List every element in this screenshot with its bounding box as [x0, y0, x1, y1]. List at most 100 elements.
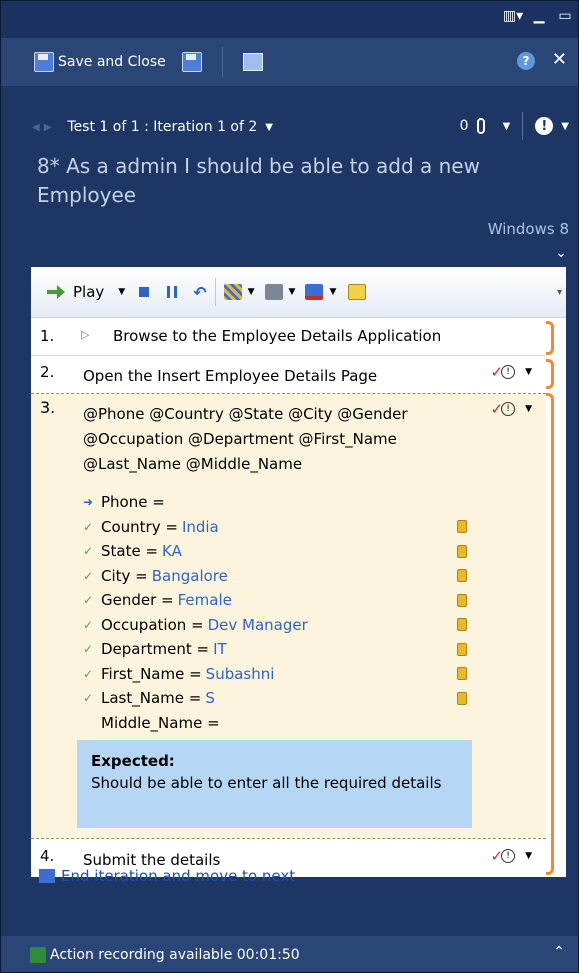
- save-and-close-button[interactable]: Save and Close: [28, 47, 172, 77]
- step-toolbar-separator: [214, 278, 216, 306]
- end-iteration-icon: [39, 869, 55, 883]
- step-number: 2.: [40, 363, 55, 381]
- play-icon[interactable]: [47, 285, 65, 299]
- step-collapsed-arrow-icon[interactable]: ▷: [81, 328, 89, 341]
- step-result-menu[interactable]: ✓ ! ▼: [491, 363, 533, 381]
- step-number: 4.: [40, 847, 55, 865]
- data-value-icon: [457, 667, 467, 681]
- step-result-dropdown-icon: ▼: [525, 851, 532, 861]
- help-icon[interactable]: ?: [517, 52, 535, 70]
- prev-next-arrows-icon[interactable]: ◀▶: [32, 122, 55, 133]
- parameter-value: IT: [213, 640, 227, 659]
- parameter-value: Dev Manager: [207, 615, 308, 634]
- controls-separator: [522, 112, 524, 140]
- parameter-row: ✓ Occupation = Dev Manager: [83, 613, 467, 638]
- passed-check-icon: ✓: [83, 519, 94, 534]
- stop-icon[interactable]: [139, 287, 150, 297]
- attachment-icon[interactable]: [476, 118, 485, 134]
- parameter-row: ✓ First_Name = Subashni: [83, 662, 467, 687]
- step-progress-bracket: [546, 321, 558, 877]
- test-steps-panel: Play ▼ ↶ ▼ ▼ ▼ ▾ 1. ▷ Browse to the Empl…: [31, 267, 566, 885]
- step-text: Open the Insert Employee Details Page: [83, 367, 378, 385]
- data-value-icon: [457, 520, 467, 534]
- data-value-icon: [457, 691, 467, 705]
- attachments-count: 0: [459, 118, 469, 134]
- step-row-3[interactable]: 3. @Phone @Country @State @City @Gender …: [31, 393, 546, 839]
- step-result-menu[interactable]: ✓ ! ▼: [491, 847, 533, 865]
- action-recording-icon: [30, 946, 46, 963]
- progress-segment: [546, 393, 554, 875]
- dock-button[interactable]: [237, 47, 269, 77]
- save-button[interactable]: [176, 47, 208, 77]
- step-text: Browse to the Employee Details Applicati…: [113, 327, 442, 345]
- parameter-value: S: [205, 689, 215, 708]
- iteration-dropdown-icon[interactable]: ▼: [265, 122, 273, 133]
- restore-icon[interactable]: ▭: [555, 6, 575, 26]
- chevron-up-icon[interactable]: ⌃: [553, 944, 565, 960]
- parameter-name: Department =: [101, 640, 210, 659]
- action-log-dropdown-icon[interactable]: ▼: [248, 287, 255, 297]
- chevron-down-icon[interactable]: ⌄: [555, 245, 567, 261]
- expected-heading: Expected:: [91, 752, 175, 770]
- parameter-row: ✓ Gender = Female: [83, 588, 467, 613]
- info-circle-icon: !: [501, 402, 516, 416]
- end-iteration-link[interactable]: End iteration and move to next: [39, 867, 295, 885]
- data-value-icon: [457, 569, 467, 583]
- parameter-row: Middle_Name =: [83, 711, 463, 736]
- expected-text: Should be able to enter all the required…: [91, 774, 442, 792]
- parameter-row: ➜ Phone =: [83, 490, 463, 515]
- step-result-dropdown-icon: ▼: [525, 367, 532, 377]
- screenshot-dropdown-icon[interactable]: ▼: [289, 287, 296, 297]
- parameter-name: Middle_Name =: [101, 713, 220, 732]
- passed-check-icon: ✓: [83, 568, 94, 583]
- layout-icon[interactable]: ▥▾: [503, 6, 523, 26]
- pause-icon[interactable]: [167, 286, 178, 298]
- parameter-name: State =: [101, 542, 159, 561]
- test-case-title: 8* As a admin I should be able to add a …: [37, 154, 480, 207]
- step-number: 1.: [40, 327, 55, 345]
- parameter-name: Occupation =: [101, 615, 204, 634]
- result-dropdown-icon[interactable]: ▼: [561, 121, 569, 132]
- create-bug-icon[interactable]: [305, 284, 324, 300]
- data-value-icon: [457, 618, 467, 632]
- passed-check-icon: ✓: [83, 642, 94, 657]
- passed-check-icon: ✓: [83, 691, 94, 706]
- parameter-name: Country =: [101, 517, 178, 536]
- attachment-dropdown-icon[interactable]: ▼: [503, 121, 511, 132]
- play-button-label[interactable]: Play: [73, 283, 104, 301]
- step-result-menu[interactable]: ✓ ! ▼: [491, 400, 533, 418]
- status-bar: Action recording available 00:01:50 ⌃: [0, 936, 579, 973]
- parameter-value: KA: [162, 542, 182, 561]
- step-row-1[interactable]: 1. ▷ Browse to the Employee Details Appl…: [31, 323, 546, 353]
- minimize-icon[interactable]: ▁: [529, 6, 549, 26]
- parameter-name: First_Name =: [101, 664, 202, 683]
- info-circle-icon: !: [501, 849, 516, 863]
- passed-check-icon: ✓: [83, 617, 94, 632]
- action-log-icon[interactable]: [223, 284, 242, 300]
- undo-icon[interactable]: ↶: [193, 283, 206, 302]
- parameter-name: Phone =: [101, 493, 165, 512]
- step-result-dropdown-icon: ▼: [525, 404, 532, 414]
- test-iteration-label[interactable]: Test 1 of 1 : Iteration 1 of 2: [67, 119, 257, 135]
- step-row-2[interactable]: 2. Open the Insert Employee Details Page…: [31, 357, 546, 391]
- play-dropdown-icon[interactable]: ▼: [118, 287, 125, 297]
- parameter-row: ✓ Department = IT: [83, 637, 467, 662]
- toolbar-overflow-icon[interactable]: ▾: [557, 287, 562, 298]
- comment-icon[interactable]: [348, 284, 367, 300]
- passed-check-icon: ✓: [83, 666, 94, 681]
- screenshot-icon[interactable]: [264, 284, 283, 300]
- parameter-list: ➜ Phone = ✓ Country = India ✓ State = KA ✓ Cit…: [83, 490, 467, 736]
- create-bug-dropdown-icon[interactable]: ▼: [329, 287, 336, 297]
- status-text: Action recording available 00:01:50: [50, 946, 300, 963]
- step-toolbar: Play ▼ ↶ ▼ ▼ ▼ ▾: [31, 267, 566, 318]
- save-icon: [181, 52, 202, 72]
- parameter-row: ✓ Country = India: [83, 515, 467, 540]
- row-divider: [31, 355, 546, 356]
- parameter-name: Gender =: [101, 591, 174, 610]
- main-toolbar: Save and Close: [0, 38, 579, 86]
- test-result-icon[interactable]: !: [535, 117, 554, 135]
- save-close-icon: [34, 52, 56, 72]
- toolbar-separator: [221, 47, 223, 77]
- close-icon[interactable]: ✕: [552, 49, 567, 70]
- parameter-row: ✓ Last_Name = S: [83, 686, 467, 711]
